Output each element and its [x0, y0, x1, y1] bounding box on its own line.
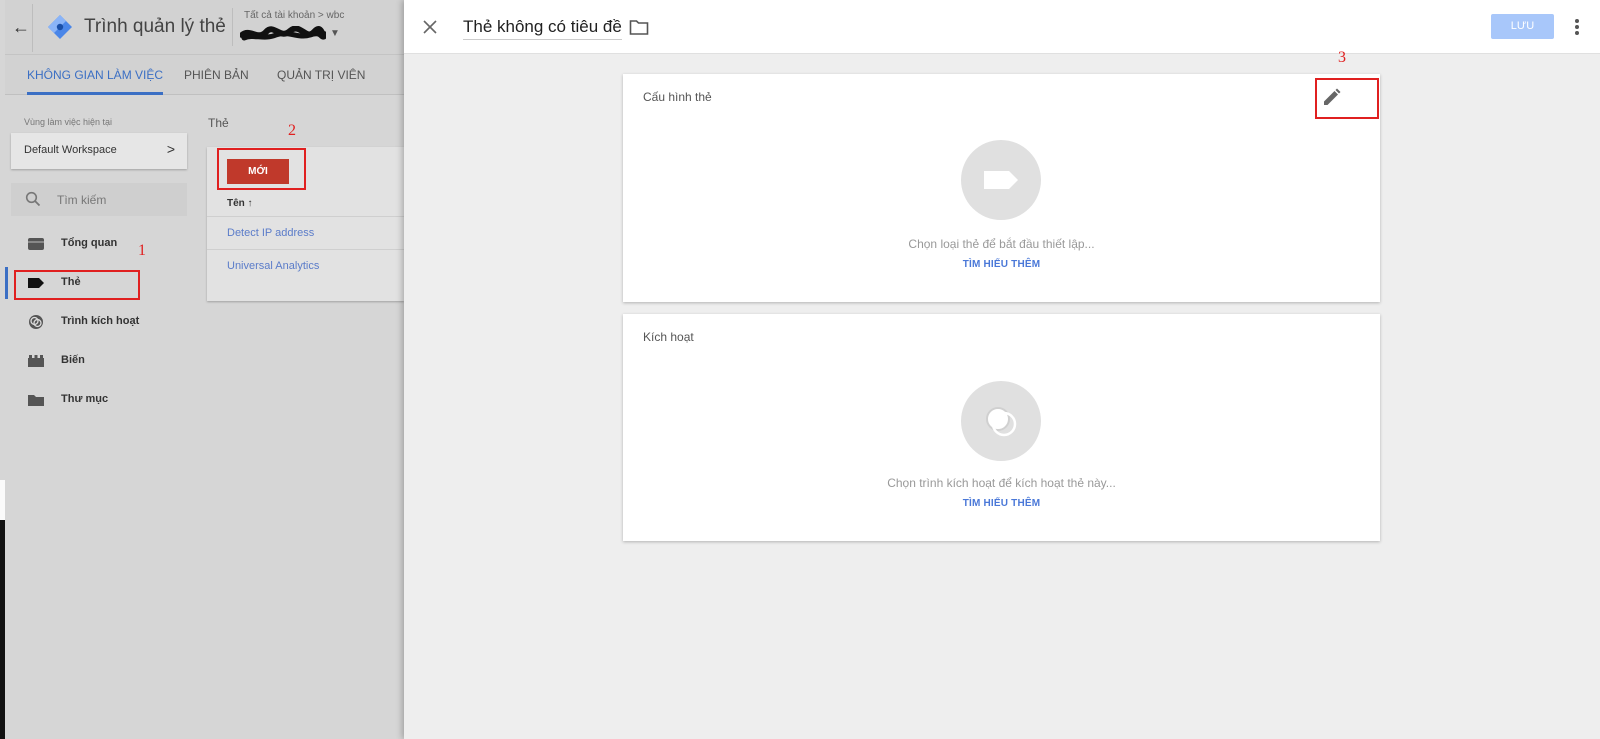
- sidebar-item-label: Thư mục: [61, 393, 109, 405]
- sidebar-item-variables[interactable]: Biến: [5, 345, 205, 377]
- table-row[interactable]: Universal Analytics: [207, 249, 404, 282]
- back-arrow-icon[interactable]: ←: [8, 14, 34, 40]
- tab-admin[interactable]: QUẢN TRỊ VIÊN: [277, 55, 365, 95]
- main-tabs: KHÔNG GIAN LÀM VIỆC PHIÊN BẢN QUẢN TRỊ V…: [0, 55, 404, 95]
- folder-icon[interactable]: [629, 18, 649, 36]
- variable-icon: [28, 355, 44, 367]
- workspace-selector[interactable]: Default Workspace >: [11, 133, 187, 169]
- more-vert-icon[interactable]: [1567, 15, 1587, 39]
- annotation-number-3: 3: [1338, 49, 1346, 66]
- search-field[interactable]: Tìm kiếm: [11, 183, 187, 216]
- tab-workspace[interactable]: KHÔNG GIAN LÀM VIỆC: [27, 55, 164, 95]
- chevron-down-icon[interactable]: ▼: [330, 28, 340, 39]
- editor-header: Thẻ không có tiêu đề LƯU: [404, 0, 1600, 54]
- annotation-box-3: [1315, 78, 1379, 119]
- search-placeholder: Tìm kiếm: [57, 193, 107, 207]
- gtm-logo-icon: [48, 15, 72, 39]
- trigger-icon: [29, 315, 43, 329]
- app-header: ← Trình quản lý thẻ Tất cả tài khoản > w…: [0, 0, 404, 55]
- background-app: ← Trình quản lý thẻ Tất cả tài khoản > w…: [0, 0, 404, 739]
- divider: [232, 8, 233, 46]
- triggering-card[interactable]: Kích hoạt Chọn trình kích hoạt để kích h…: [623, 314, 1380, 541]
- redacted-container-name[interactable]: [240, 26, 326, 44]
- chevron-right-icon: >: [166, 141, 175, 157]
- tag-link[interactable]: Detect IP address: [227, 227, 314, 239]
- card-title: Cấu hình thẻ: [643, 90, 712, 104]
- folder-icon: [28, 395, 44, 406]
- tag-type-placeholder[interactable]: [961, 140, 1041, 220]
- tags-section-title: Thẻ: [208, 116, 229, 130]
- save-button[interactable]: LƯU: [1491, 14, 1554, 39]
- learn-more-link[interactable]: TÌM HIỂU THÊM: [623, 259, 1380, 270]
- sidebar-item-folders[interactable]: Thư mục: [5, 384, 205, 416]
- annotation-number-2: 2: [288, 122, 296, 139]
- tag-link[interactable]: Universal Analytics: [227, 260, 319, 272]
- left-edge-strip: [0, 0, 5, 739]
- learn-more-link[interactable]: TÌM HIỂU THÊM: [623, 498, 1380, 509]
- workspace-label: Vùng làm việc hiện tại: [24, 117, 113, 127]
- card-title: Kích hoạt: [643, 330, 694, 344]
- overview-icon: [28, 238, 44, 250]
- tag-configuration-card[interactable]: Cấu hình thẻ Chọn loại thẻ để bắt đầu th…: [623, 74, 1380, 302]
- tab-versions[interactable]: PHIÊN BẢN: [184, 55, 249, 95]
- trigger-placeholder[interactable]: [961, 381, 1041, 461]
- tag-editor-panel: Thẻ không có tiêu đề LƯU Cấu hình thẻ Ch…: [404, 0, 1600, 739]
- trigger-hint: Chọn trình kích hoạt để kích hoạt thẻ nà…: [887, 476, 1116, 490]
- edge-light: [0, 480, 5, 520]
- account-breadcrumb[interactable]: Tất cả tài khoản > wbc: [244, 10, 344, 21]
- tag-icon: [984, 171, 1018, 189]
- sidebar-item-overview[interactable]: Tổng quan: [5, 228, 205, 260]
- table-row[interactable]: Detect IP address: [207, 216, 404, 249]
- search-icon: [25, 191, 41, 207]
- annotation-box-1: [14, 270, 140, 300]
- trigger-icon: [986, 407, 1017, 437]
- sidebar-item-label: Trình kích hoạt: [61, 315, 140, 327]
- sidebar-item-label: Tổng quan: [61, 237, 118, 249]
- divider: [32, 4, 33, 52]
- edge-dark: [0, 520, 5, 739]
- annotation-number-1: 1: [138, 242, 146, 259]
- close-icon[interactable]: [418, 15, 442, 39]
- tag-name-input[interactable]: Thẻ không có tiêu đề: [463, 17, 622, 40]
- sidebar-item-label: Biến: [61, 354, 85, 366]
- tag-config-hint: Chọn loại thẻ để bắt đầu thiết lập...: [908, 237, 1095, 251]
- app-title: Trình quản lý thẻ: [84, 16, 226, 37]
- annotation-box-2: [217, 148, 306, 190]
- workspace-name: Default Workspace: [24, 144, 117, 156]
- name-column-header[interactable]: Tên ↑: [227, 198, 253, 209]
- sidebar-item-triggers[interactable]: Trình kích hoạt: [5, 306, 205, 338]
